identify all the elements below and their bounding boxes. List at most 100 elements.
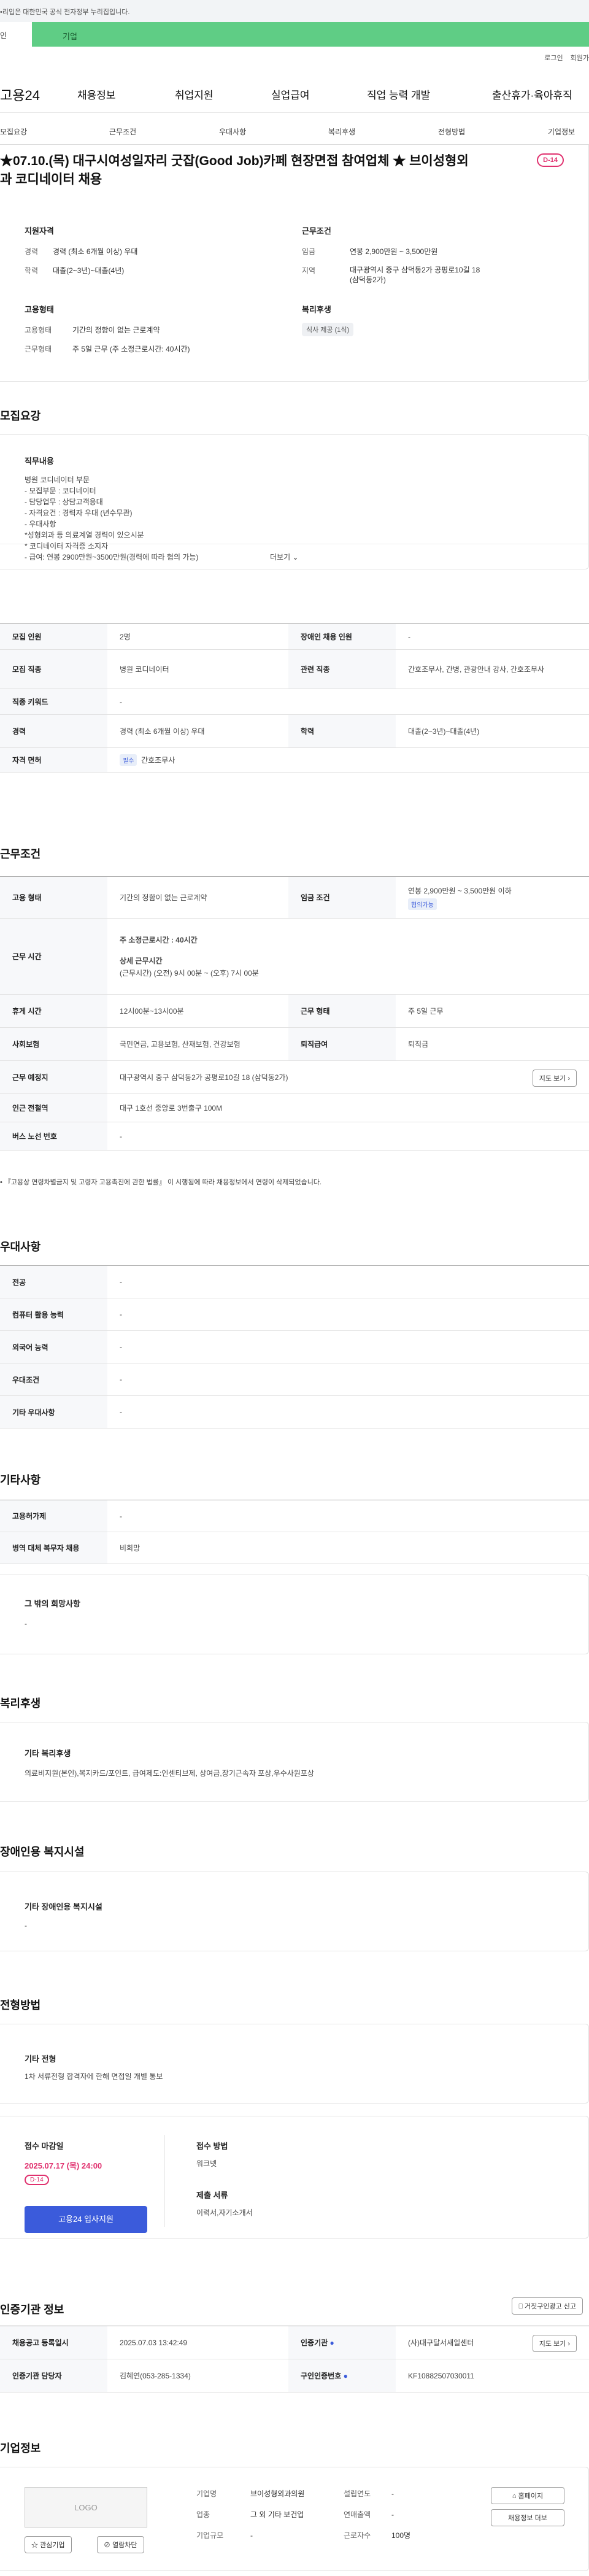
table-row: 인근 전철역 대구 1호선 중앙로 3번출구 100M (0, 1094, 589, 1122)
preference-table: 전공 - 컴퓨터 활용 능력 - 외국어 능력 - 우대조건 - 기타 우대사항 - (0, 1265, 589, 1429)
required-badge: 필수 (120, 754, 137, 766)
loc-value: 대구광역시 중구 삼덕동2가 공평로10길 18 (삼덕동2가) (350, 266, 480, 284)
loc-label: 지역 (302, 266, 316, 275)
duty-line: - 모집부문 : 코디네이터 (25, 487, 96, 495)
block-button[interactable]: ⊘ 열람차단 (97, 2536, 144, 2553)
tab-welfare[interactable]: 복리후생 (328, 126, 355, 137)
report-button[interactable]: ⎕ 거짓구인광고 신고 (512, 2297, 583, 2315)
edu-value: 대졸(2~3년)~대졸(4년) (53, 266, 125, 275)
tab-company[interactable]: 기업정보 (548, 126, 575, 137)
recruit-heading: 모집요강 (0, 410, 41, 422)
etc-box: 그 밖의 희망사항 - (0, 1575, 589, 1654)
negotiable-badge: 협의가능 (408, 898, 437, 910)
duty-title: 직무내용 (25, 457, 54, 466)
tab-company[interactable]: 기업 (63, 30, 77, 42)
table-row: 컴퓨터 활용 능력 - (0, 1298, 589, 1331)
table-row: 고용허가제 - (0, 1500, 589, 1532)
welfare-box: 기타 복리후생 의료비지원(본인),복지카드/포인트, 급여제도:인센티브제, … (0, 1722, 589, 1802)
chevron-right-icon: › (568, 1075, 570, 1082)
disabled-box: 기타 장애인용 복지시설 - (0, 1872, 589, 1951)
cert-table: 채용공고 등록일시 2025.07.03 13:42:49 인증기관 ● (사)대구달… (0, 2326, 589, 2393)
age-law-note: • 『고용상 연령차별금지 및 고령자 고용촉진에 관한 법률』 이 시행됨에 … (0, 1179, 322, 1186)
duty-line: - 담당업무 : 상담고객응대 (25, 498, 103, 506)
pay-value: 연봉 2,900만원 ~ 3,500만원 (350, 247, 438, 256)
chevron-down-icon: ⌄ (292, 553, 299, 561)
tab-selection[interactable]: 전형방법 (438, 126, 465, 137)
duty-line: 병원 코디네이터 부문 (25, 476, 90, 484)
preference-heading: 우대사항 (0, 1241, 41, 1253)
hours-label: 근무형태 (25, 345, 52, 353)
company-heading: 기업정보 (0, 2442, 41, 2455)
deadline-dday: D-14 (25, 2175, 49, 2185)
type-label: 고용형태 (25, 326, 52, 334)
welfare-heading: 복리후생 (302, 305, 331, 314)
gov-notice-bar: •리입은 대한민국 공식 전자정부 누리집입니다. (0, 0, 589, 22)
cert-heading: 인증기관 정보 (0, 2304, 64, 2316)
tab-person[interactable]: 인 (0, 22, 32, 47)
table-row: 자격 면허 필수 간호조무사 (0, 748, 589, 773)
duty-content: 병원 코디네이터 부문 - 모집부문 : 코디네이터 - 담당업무 : 상담고객… (25, 474, 393, 563)
conditions-table: 고용 형태 기간의 정함이 없는 근로계약 임금 조건 연봉 2,900만원 ~ 3,… (0, 876, 589, 1151)
info-icon[interactable]: ● (344, 2372, 348, 2380)
disabled-heading: 장애인용 복지시설 (0, 1846, 85, 1858)
table-row: 채용공고 등록일시 2025.07.03 13:42:49 인증기관 ● (사)대구달… (0, 2326, 589, 2359)
company-box: LOGO ☆ 관심기업 ⊘ 열람차단 기업명 브이성형외과의원 설립연도 - 업종 그… (0, 2467, 589, 2571)
etc-table: 고용허가제 - 병역 대체 복무자 채용 비희망 (0, 1500, 589, 1564)
util-menu: 로그인 회원가 (537, 53, 589, 63)
info-icon[interactable]: ● (330, 2339, 334, 2347)
exp-label: 경력 (25, 247, 39, 256)
apply-button[interactable]: 고용24 입사지원 (25, 2206, 147, 2233)
qualification-heading: 지원자격 (25, 226, 54, 236)
site-logo[interactable]: 고용24 (0, 85, 40, 104)
favorite-button[interactable]: ☆ 관심기업 (25, 2536, 72, 2553)
gnb-jobs[interactable]: 채용정보 (77, 87, 116, 102)
gnb-parental-leave[interactable]: 출산휴가·육아휴직 (492, 87, 572, 102)
join-link[interactable]: 회원가 (571, 55, 589, 62)
deadline-box: 접수 마감일 2025.07.17 (목) 24:00 D-14 고용24 입사… (0, 2116, 589, 2239)
table-row: 사회보험 국민연금, 고용보험, 산재보험, 건강보험 퇴직급여 퇴직금 (0, 1028, 589, 1061)
table-row: 경력 경력 (최소 6개월 이상) 우대 학력 대졸(2~3년)~대졸(4년) (0, 715, 589, 748)
company-logo: LOGO (25, 2487, 147, 2528)
table-row: 병역 대체 복무자 채용 비희망 (0, 1532, 589, 1564)
table-row: 외국어 능력 - (0, 1331, 589, 1363)
table-row: 고용 형태 기간의 정함이 없는 근로계약 임금 조건 연봉 2,900만원 ~ 3,… (0, 877, 589, 919)
conditions-heading: 근무조건 (0, 848, 41, 860)
employment-type-heading: 고용형태 (25, 305, 54, 314)
table-row: 모집 인원 2명 장애인 채용 인원 - (0, 624, 589, 650)
gnb-vocational-training[interactable]: 직업 능력 개발 (367, 87, 430, 102)
gnb-employment-support[interactable]: 취업지원 (175, 87, 214, 102)
duty-box: 직무내용 병원 코디네이터 부문 - 모집부문 : 코디네이터 - 담당업무 :… (0, 434, 589, 569)
dday-badge: D-14 (537, 153, 564, 167)
more-jobs-button[interactable]: 채용정보 더보 (491, 2509, 564, 2526)
section-tabs: 모집요강 근무조건 우대사항 복리후생 전형방법 기업정보 (0, 118, 589, 145)
etc-heading: 기타사항 (0, 1474, 41, 1486)
more-button[interactable]: 더보기 ⌄ (270, 552, 299, 562)
user-type-tabs: 인 기업 (0, 22, 589, 47)
cert-map-button[interactable]: 지도 보기 › (532, 2335, 577, 2352)
login-link[interactable]: 로그인 (544, 55, 563, 62)
table-row: 직종 키워드 - (0, 689, 589, 715)
table-row: 버스 노선 번호 - (0, 1122, 589, 1151)
duty-line: - 우대사항 (25, 520, 56, 528)
edu-label: 학력 (25, 266, 39, 275)
star-icon: ☆ (31, 2542, 38, 2549)
homepage-button[interactable]: ⌂ 홈페이지 (491, 2487, 564, 2504)
table-row: 휴게 시간 12시00분~13시00분 근무 형태 주 5일 근무 (0, 995, 589, 1028)
tab-conditions[interactable]: 근무조건 (109, 126, 136, 137)
home-icon: ⌂ (512, 2493, 517, 2500)
tab-preference[interactable]: 우대사항 (219, 126, 246, 137)
job-title: ★07.10.(목) 대구시여성일자리 굿잡(Good Job)카페 현장면접 … (0, 154, 469, 187)
duty-line: - 자격요건 : 경력자 우대 (년수무관) (25, 509, 133, 517)
map-button[interactable]: 지도 보기 › (532, 1070, 577, 1087)
tab-recruit[interactable]: 모집요강 (0, 126, 27, 137)
deadline-date: 2025.07.17 (목) 24:00 (25, 2161, 102, 2170)
gnb-unemployment-benefit[interactable]: 실업급여 (271, 87, 310, 102)
type-value: 기간의 정함이 없는 근로계약 (72, 326, 160, 334)
table-row: 기타 우대사항 - (0, 1396, 589, 1429)
table-row: 우대조건 - (0, 1363, 589, 1396)
selection-box: 기타 전형 1차 서류전형 합격자에 한해 면접일 개별 통보 (0, 2024, 589, 2104)
hours-value: 주 5일 근무 (주 소정근로시간: 40시간) (72, 345, 190, 353)
table-row: 인증기관 담당자 김혜연(053-285-1334) 구인인증번호 ● KF10882… (0, 2359, 589, 2393)
meal-tag: 식사 제공 (1식) (302, 323, 354, 336)
recruit-table: 모집 인원 2명 장애인 채용 인원 - 모집 직종 병원 코디네이터 관련 직종 간호조무… (0, 623, 589, 773)
